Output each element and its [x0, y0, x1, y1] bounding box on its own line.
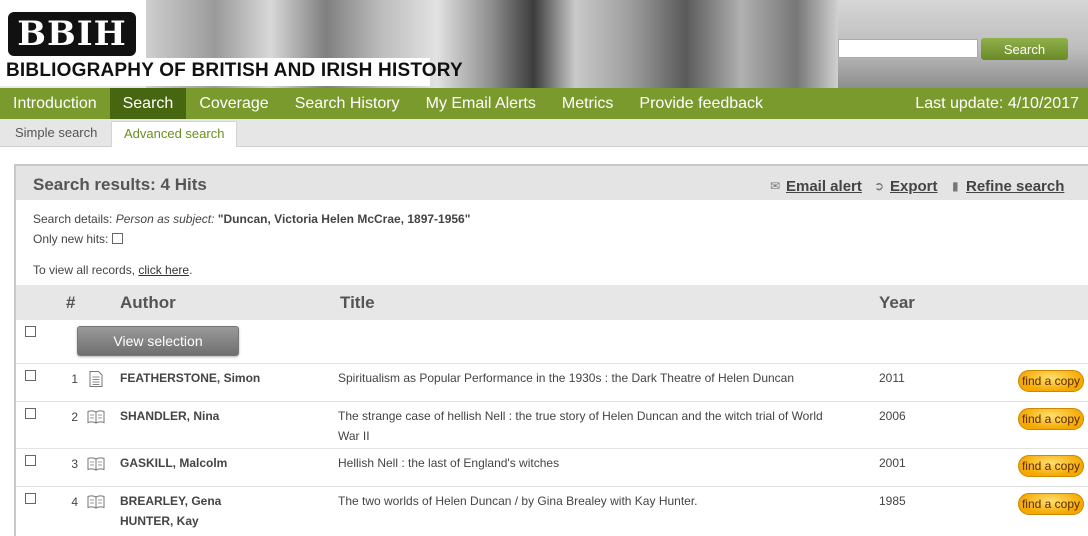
logo-text: BBIH: [17, 14, 127, 54]
select-all-checkbox[interactable]: [25, 326, 36, 337]
export-icon: ➲: [874, 179, 885, 193]
selection-row: View selection: [16, 320, 1088, 364]
row-number: 2: [71, 410, 78, 424]
row-author[interactable]: HUNTER, Kay: [120, 511, 221, 531]
view-all-records: To view all records, click here.: [33, 263, 193, 277]
header-banner: BBIH BIBLIOGRAPHY OF BRITISH AND IRISH H…: [0, 0, 1088, 88]
row-number: 4: [71, 495, 78, 509]
row-author[interactable]: FEATHERSTONE, Simon: [120, 368, 260, 388]
refine-icon: ▮: [952, 179, 959, 193]
results-panel: Search results: 4 Hits ✉ Email alert ➲ E…: [14, 164, 1088, 536]
row-year: 1985: [879, 494, 906, 508]
row-checkbox[interactable]: [25, 455, 36, 466]
row-year: 2011: [879, 371, 905, 385]
row-title[interactable]: Spiritualism as Popular Performance in t…: [338, 368, 870, 388]
details-label: Search details:: [33, 212, 113, 226]
row-author[interactable]: SHANDLER, Nina: [120, 406, 219, 426]
table-row: 2 SHANDLER, Nina The strange case of hel…: [16, 402, 1088, 449]
book-icon: [87, 410, 105, 424]
nav-search[interactable]: Search: [109, 88, 187, 119]
logo[interactable]: BBIH: [0, 0, 146, 62]
row-title[interactable]: Hellish Nell : the last of England's wit…: [338, 453, 870, 473]
find-a-copy-button[interactable]: find a copy: [1018, 493, 1084, 515]
find-a-copy-button[interactable]: find a copy: [1018, 370, 1084, 392]
email-alert-link[interactable]: Email alert: [786, 178, 862, 195]
row-year: 2006: [879, 409, 906, 423]
nav-introduction[interactable]: Introduction: [0, 88, 110, 119]
sub-nav: Simple search Advanced search: [0, 119, 1088, 147]
only-new-checkbox[interactable]: [111, 233, 123, 244]
details-field: Person as subject: [115, 212, 212, 226]
click-here-link[interactable]: click here: [138, 263, 189, 277]
main-nav: Introduction Search Coverage Search Hist…: [0, 88, 1088, 119]
results-header: Search results: 4 Hits ✉ Email alert ➲ E…: [16, 166, 1088, 200]
header-search-button[interactable]: Search: [981, 38, 1068, 60]
header-search-input[interactable]: [838, 39, 978, 58]
row-year: 2001: [879, 456, 906, 470]
col-author[interactable]: Author: [120, 293, 176, 313]
nav-email-alerts[interactable]: My Email Alerts: [413, 88, 549, 119]
search-details: Search details: Person as subject: "Dunc…: [33, 212, 471, 226]
book-icon: [87, 495, 105, 509]
nav-metrics[interactable]: Metrics: [549, 88, 627, 119]
row-checkbox[interactable]: [25, 493, 36, 504]
document-icon: [89, 371, 103, 387]
row-author[interactable]: BREARLEY, Gena: [120, 491, 221, 511]
col-title[interactable]: Title: [340, 293, 375, 313]
table-row: 3 GASKILL, Malcolm Hellish Nell : the la…: [16, 449, 1088, 487]
tab-advanced-search[interactable]: Advanced search: [111, 121, 238, 147]
row-number: 1: [71, 372, 78, 386]
table-row: 1 FEATHERSTONE, Simon Spiritualism as Po…: [16, 364, 1088, 402]
refine-search-link[interactable]: Refine search: [966, 178, 1064, 195]
results-title: Search results: 4 Hits: [33, 175, 207, 194]
nav-provide-feedback[interactable]: Provide feedback: [626, 88, 776, 119]
row-checkbox[interactable]: [25, 370, 36, 381]
row-number: 3: [71, 457, 78, 471]
export-link[interactable]: Export: [890, 178, 938, 195]
details-value: "Duncan, Victoria Helen McCrae, 1897-195…: [217, 212, 471, 226]
row-title-cont[interactable]: War II: [338, 426, 870, 446]
only-new-hits: Only new hits:: [33, 232, 123, 246]
table-header: # Author Title Year: [16, 285, 1088, 320]
view-selection-button[interactable]: View selection: [77, 326, 239, 356]
book-icon: [87, 457, 105, 471]
nav-search-history[interactable]: Search History: [282, 88, 413, 119]
last-update: Last update: 4/10/2017: [915, 95, 1079, 112]
table-row: 4 BREARLEY, Gena HUNTER, Kay The two wor…: [16, 487, 1088, 536]
col-num: #: [66, 293, 76, 312]
row-author[interactable]: GASKILL, Malcolm: [120, 453, 227, 473]
tab-simple-search[interactable]: Simple search: [3, 121, 109, 147]
site-title: BIBLIOGRAPHY OF BRITISH AND IRISH HISTOR…: [0, 58, 463, 86]
nav-coverage[interactable]: Coverage: [186, 88, 281, 119]
row-title[interactable]: The two worlds of Helen Duncan / by Gina…: [338, 491, 870, 511]
row-checkbox[interactable]: [25, 408, 36, 419]
find-a-copy-button[interactable]: find a copy: [1018, 455, 1084, 477]
col-year[interactable]: Year: [879, 293, 915, 313]
row-title[interactable]: The strange case of hellish Nell : the t…: [338, 406, 870, 426]
envelope-icon: ✉: [770, 179, 781, 193]
find-a-copy-button[interactable]: find a copy: [1018, 408, 1084, 430]
